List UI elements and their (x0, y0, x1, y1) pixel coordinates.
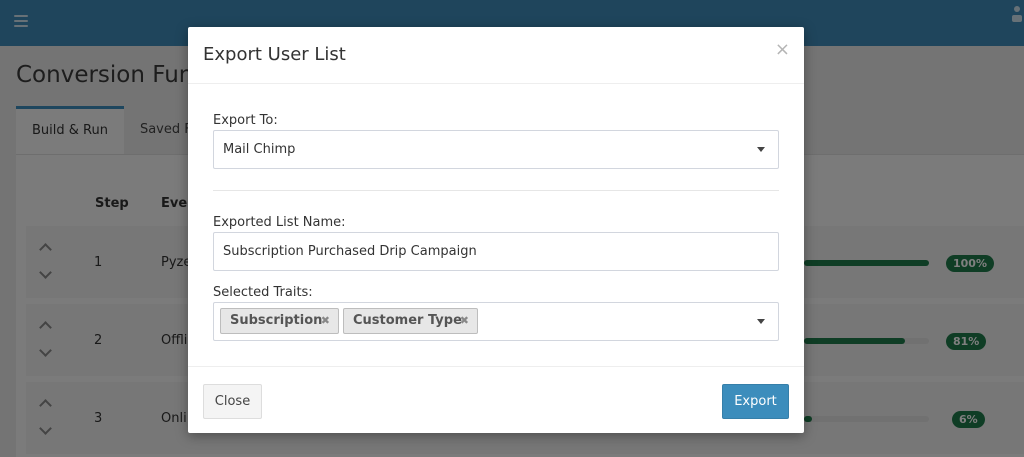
trait-tag-subscription: Subscription ✖ (220, 308, 339, 334)
caret-down-icon (757, 147, 765, 152)
trait-tag-customer-type: Customer Type ✖ (343, 308, 478, 334)
close-button[interactable]: Close (203, 384, 262, 419)
modal-title: Export User List (203, 44, 346, 65)
export-to-select[interactable]: Mail Chimp (213, 130, 779, 169)
selected-traits-multiselect[interactable]: Subscription ✖ Customer Type ✖ (213, 302, 779, 341)
modal-footer: Close Export (188, 366, 804, 433)
remove-icon[interactable]: ✖ (460, 309, 469, 333)
modal-header: Export User List × (188, 27, 804, 84)
export-to-value: Mail Chimp (223, 142, 296, 157)
close-icon[interactable]: × (775, 41, 790, 59)
list-name-input[interactable]: Subscription Purchased Drip Campaign (213, 232, 779, 271)
trait-tag-label: Customer Type (353, 313, 462, 328)
list-name-value: Subscription Purchased Drip Campaign (223, 244, 477, 259)
divider (213, 190, 779, 191)
export-button[interactable]: Export (722, 384, 789, 419)
list-name-label: Exported List Name: (213, 215, 346, 230)
export-to-label: Export To: (213, 113, 278, 128)
trait-tag-label: Subscription (230, 313, 323, 328)
caret-down-icon (757, 319, 765, 324)
remove-icon[interactable]: ✖ (321, 309, 330, 333)
selected-traits-label: Selected Traits: (213, 285, 313, 300)
export-user-list-modal: Export User List × Export To: Mail Chimp… (188, 27, 804, 433)
